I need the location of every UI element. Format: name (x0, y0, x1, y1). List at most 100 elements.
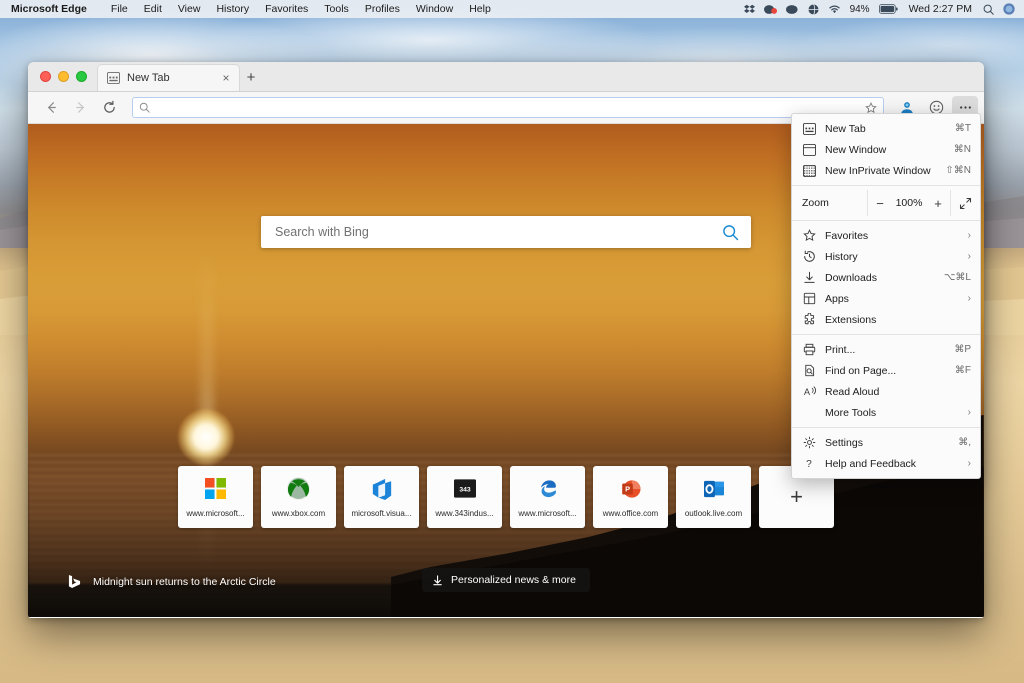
menubar-item-file[interactable]: File (103, 3, 136, 15)
menubar-clock[interactable]: Wed 2:27 PM (909, 3, 972, 15)
shortcut-tile-xbox[interactable]: www.xbox.com (261, 466, 336, 528)
plus-icon: + (790, 484, 803, 510)
menu-label: New InPrivate Window (825, 165, 936, 177)
find-page-icon (802, 364, 816, 378)
menu-accelerator: ⇧⌘N (945, 165, 971, 176)
gear-icon (802, 436, 816, 450)
chevron-right-icon: › (963, 458, 971, 469)
menubar-item-profiles[interactable]: Profiles (357, 3, 408, 15)
forward-arrow-icon[interactable] (67, 96, 93, 120)
edge-settings-menu: New Tab ⌘T New Window ⌘N New InPrivate W… (791, 113, 981, 479)
menu-item-read-aloud[interactable]: A Read Aloud (792, 381, 980, 402)
menu-item-downloads[interactable]: Downloads ⌥⌘L (792, 267, 980, 288)
menu-label: Help and Feedback (825, 458, 954, 470)
question-mark-icon: ? (802, 457, 816, 471)
spotlight-search-icon[interactable] (983, 4, 994, 15)
menu-label: More Tools (825, 407, 954, 419)
menu-separator (792, 185, 980, 186)
new-tab-button[interactable]: + (240, 64, 262, 91)
printer-icon (802, 343, 816, 357)
menu-item-new-inprivate-window[interactable]: New InPrivate Window ⇧⌘N (792, 160, 980, 181)
menubar-item-edit[interactable]: Edit (136, 3, 170, 15)
close-window-button[interactable] (40, 71, 51, 82)
search-input[interactable]: Search with Bing (275, 225, 722, 239)
close-icon[interactable]: × (219, 71, 233, 85)
menu-item-settings[interactable]: Settings ⌘, (792, 432, 980, 453)
menubar-app-name[interactable]: Microsoft Edge (7, 3, 91, 15)
shortcut-tile-microsoft-edge[interactable]: www.microsoft... (510, 466, 585, 528)
maximize-window-button[interactable] (76, 71, 87, 82)
zoom-value: 100% (892, 197, 926, 209)
menu-item-extensions[interactable]: Extensions (792, 309, 980, 330)
minimize-window-button[interactable] (58, 71, 69, 82)
menu-item-find-on-page[interactable]: Find on Page... ⌘F (792, 360, 980, 381)
menu-label: Favorites (825, 230, 954, 242)
newtab-favicon (107, 72, 120, 84)
svg-text:343: 343 (459, 487, 471, 494)
browser-tab[interactable]: New Tab × (97, 64, 240, 91)
siri-icon[interactable] (1003, 3, 1015, 15)
globe-icon[interactable] (808, 4, 819, 15)
menu-separator (792, 334, 980, 335)
tile-label: www.office.com (596, 509, 666, 518)
macos-menubar: Microsoft Edge File Edit View History Fa… (0, 0, 1024, 18)
menu-item-print[interactable]: Print... ⌘P (792, 339, 980, 360)
zoom-in-button[interactable]: + (926, 190, 950, 216)
svg-text:?: ? (806, 459, 812, 470)
fullscreen-expand-icon[interactable] (950, 190, 980, 216)
menu-item-favorites[interactable]: Favorites › (792, 225, 980, 246)
zoom-label: Zoom (792, 197, 867, 209)
menubar-status-area: 94% Wed 2:27 PM (744, 3, 1017, 15)
battery-icon[interactable] (879, 4, 898, 14)
sync-icon[interactable] (786, 4, 799, 15)
menu-separator (792, 220, 980, 221)
address-bar[interactable] (132, 97, 884, 118)
shortcut-tile-visualstudio[interactable]: microsoft.visua... (344, 466, 419, 528)
star-icon[interactable] (865, 102, 877, 114)
menu-item-apps[interactable]: Apps › (792, 288, 980, 309)
reload-icon[interactable] (96, 96, 122, 120)
menu-label: Print... (825, 344, 945, 356)
notification-badge-icon[interactable] (764, 4, 777, 15)
search-icon (139, 102, 150, 113)
news-button-label: Personalized news & more (451, 574, 576, 586)
shortcut-tile-outlook[interactable]: outlook.live.com (676, 466, 751, 528)
tile-label: outlook.live.com (679, 509, 749, 518)
back-arrow-icon[interactable] (38, 96, 64, 120)
zoom-out-button[interactable]: − (868, 190, 892, 216)
menubar-item-favorites[interactable]: Favorites (257, 3, 316, 15)
menubar-item-view[interactable]: View (170, 3, 209, 15)
personalized-news-button[interactable]: Personalized news & more (422, 568, 590, 592)
wifi-icon[interactable] (828, 4, 841, 14)
extensions-puzzle-icon (802, 313, 816, 327)
menu-accelerator: ⌥⌘L (944, 272, 971, 283)
menubar-item-history[interactable]: History (208, 3, 257, 15)
menu-item-new-window[interactable]: New Window ⌘N (792, 139, 980, 160)
new-window-icon (802, 143, 816, 157)
azure-devops-icon (370, 477, 394, 501)
menubar-item-tools[interactable]: Tools (316, 3, 357, 15)
menu-item-history[interactable]: History › (792, 246, 980, 267)
menu-item-help-and-feedback[interactable]: ? Help and Feedback › (792, 453, 980, 474)
dropbox-icon[interactable] (744, 4, 755, 15)
tab-title: New Tab (127, 72, 212, 84)
midnight-sun (178, 409, 234, 465)
search-icon[interactable] (722, 224, 739, 241)
microsoft-logo-icon (204, 477, 228, 501)
menu-accelerator: ⌘T (955, 123, 971, 134)
menu-item-new-tab[interactable]: New Tab ⌘T (792, 118, 980, 139)
bing-image-caption[interactable]: Midnight sun returns to the Arctic Circl… (68, 574, 276, 589)
star-icon (802, 229, 816, 243)
svg-text:P: P (625, 484, 630, 493)
shortcut-tile-microsoft[interactable]: www.microsoft... (178, 466, 253, 528)
menu-item-more-tools[interactable]: More Tools › (792, 402, 980, 423)
menubar-item-window[interactable]: Window (408, 3, 461, 15)
shortcut-tile-343industries[interactable]: 343 www.343indus... (427, 466, 502, 528)
history-clock-icon (802, 250, 816, 264)
menubar-item-help[interactable]: Help (461, 3, 499, 15)
read-aloud-icon: A (802, 385, 816, 399)
shortcut-tile-office[interactable]: P www.office.com (593, 466, 668, 528)
menu-zoom-row: Zoom − 100% + (792, 190, 980, 216)
bing-search-box[interactable]: Search with Bing (261, 216, 751, 248)
bing-logo-icon (68, 574, 81, 589)
